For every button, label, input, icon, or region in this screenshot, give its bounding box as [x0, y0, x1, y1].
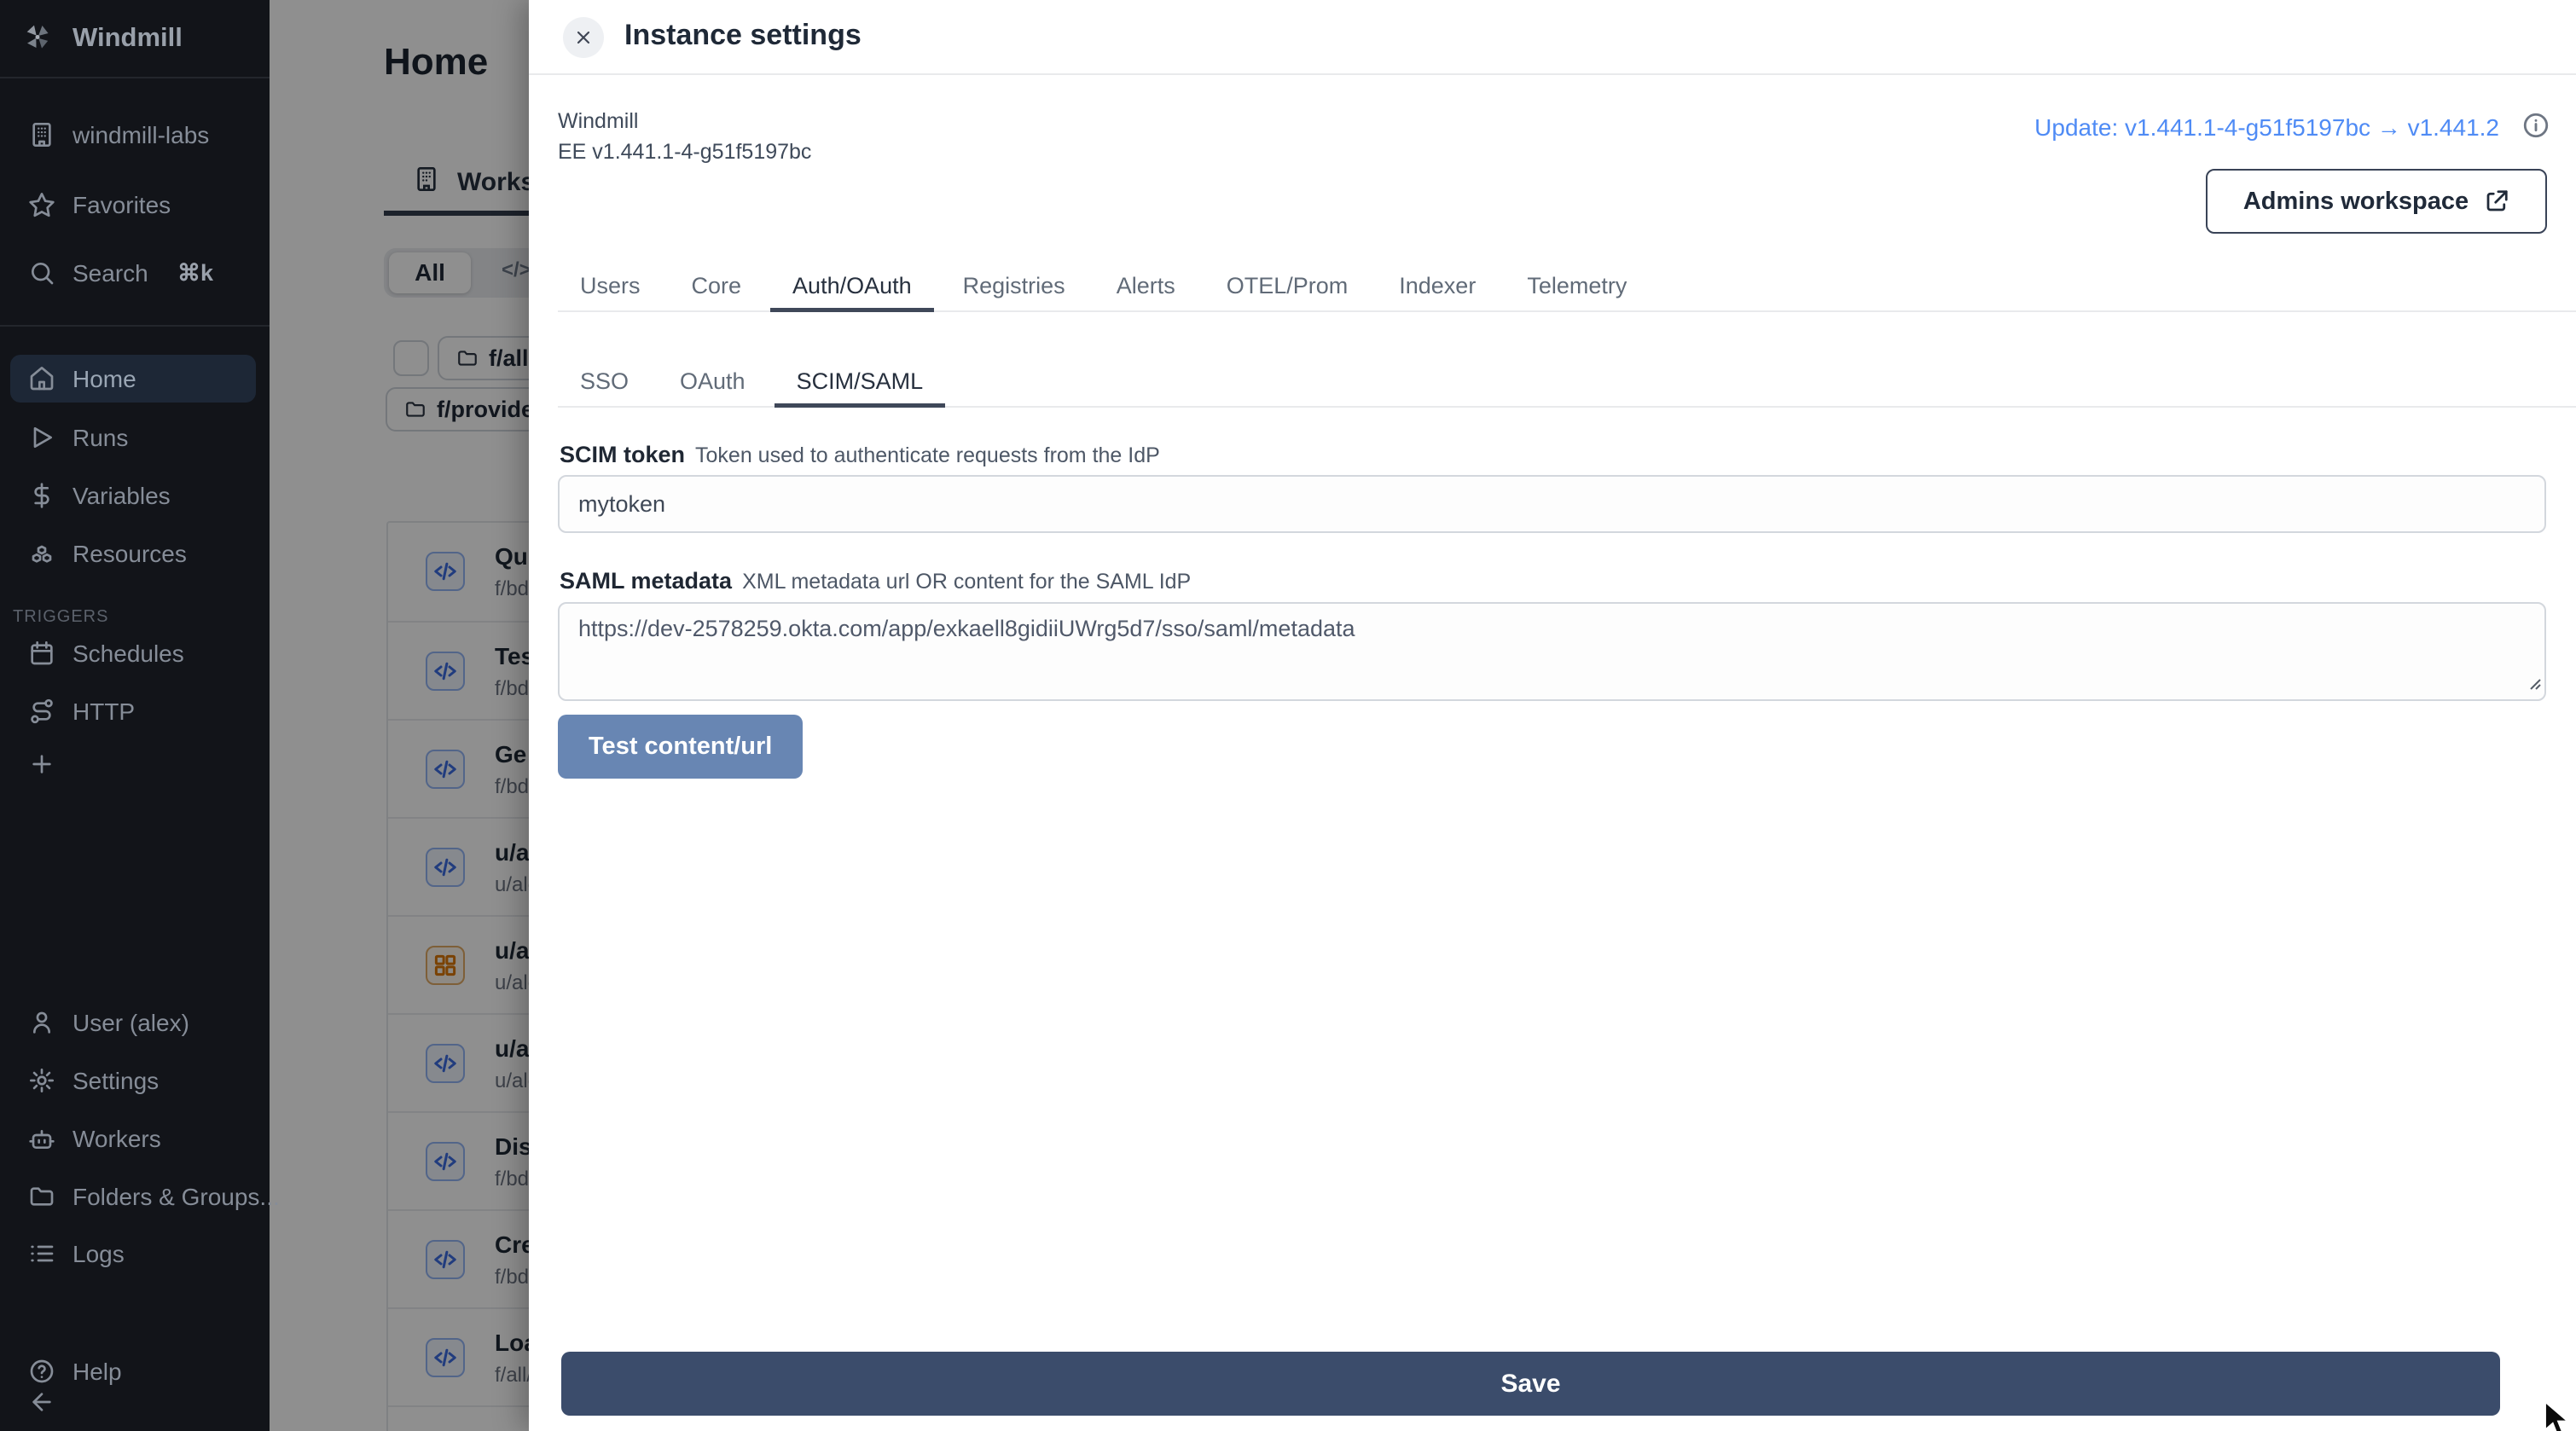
- saml-metadata-hint: XML metadata url OR content for the SAML…: [742, 570, 1191, 594]
- subtab-scim-saml[interactable]: SCIM/SAML: [775, 358, 946, 408]
- sidebar-item-http[interactable]: HTTP: [0, 687, 270, 735]
- user-icon: [27, 1008, 56, 1037]
- instance-settings-drawer: Instance settings Windmill EE v1.441.1-4…: [529, 0, 2576, 1431]
- sidebar-item-workspace[interactable]: windmill-labs: [0, 111, 270, 159]
- tab-users[interactable]: Users: [558, 263, 663, 312]
- sidebar-item-folders-groups[interactable]: Folders & Groups...: [0, 1173, 270, 1220]
- sidebar-item-user[interactable]: User (alex): [0, 999, 270, 1046]
- scim-token-input[interactable]: [558, 475, 2546, 533]
- sidebar-item-add-trigger[interactable]: [0, 740, 270, 788]
- folder-icon: [27, 1182, 56, 1211]
- admins-workspace-button[interactable]: Admins workspace: [2206, 169, 2547, 234]
- triggers-section-label: TRIGGERS: [13, 607, 108, 627]
- tab-registries[interactable]: Registries: [941, 263, 1088, 312]
- sidebar-item-label: HTTP: [73, 698, 135, 726]
- sidebar-item-label: Favorites: [73, 192, 171, 219]
- sidebar-divider: [0, 325, 270, 327]
- saml-metadata-textarea[interactable]: https://dev-2578259.okta.com/app/exkaell…: [558, 602, 2546, 701]
- search-shortcut: ⌘k: [177, 260, 213, 287]
- sidebar-item-label: Home: [73, 366, 136, 393]
- scim-token-hint: Token used to authenticate requests from…: [695, 443, 1160, 468]
- saml-metadata-field: https://dev-2578259.okta.com/app/exkaell…: [558, 602, 2546, 701]
- sidebar-item-label: Logs: [73, 1241, 125, 1268]
- building-icon: [27, 120, 56, 149]
- version-text: EE v1.441.1-4-g51f5197bc: [558, 136, 811, 167]
- sidebar-item-resources[interactable]: Resources: [0, 530, 270, 577]
- external-link-icon: [2484, 188, 2509, 214]
- sidebar-item-label: Workers: [73, 1126, 161, 1153]
- tab-telemetry[interactable]: Telemetry: [1505, 263, 1649, 312]
- version-block: Windmill EE v1.441.1-4-g51f5197bc: [558, 106, 811, 167]
- sidebar-item-label: Resources: [73, 541, 187, 568]
- subtab-sso[interactable]: SSO: [558, 358, 651, 408]
- search-icon: [27, 258, 56, 287]
- list-icon: [27, 1239, 56, 1268]
- drawer-title: Instance settings: [624, 19, 862, 52]
- tab-auth-oauth[interactable]: Auth/OAuth: [770, 263, 934, 312]
- sidebar-item-label: Variables: [73, 483, 171, 510]
- arrow-left-icon: [27, 1388, 56, 1417]
- tab-alerts[interactable]: Alerts: [1094, 263, 1198, 312]
- save-button[interactable]: Save: [561, 1352, 2500, 1416]
- brand: Windmill: [0, 0, 270, 77]
- app-root: Windmill windmill-labs Favorites Search …: [0, 0, 2576, 1431]
- scim-token-label-row: SCIM token Token used to authenticate re…: [560, 442, 1160, 468]
- route-icon: [27, 697, 56, 726]
- sidebar-item-label: Search: [73, 260, 148, 287]
- sidebar-divider: [0, 77, 270, 78]
- sidebar-item-variables[interactable]: Variables: [0, 472, 270, 519]
- update-area: Update: v1.441.1-4-g51f5197bc → v1.441.2: [2034, 111, 2550, 144]
- update-link[interactable]: Update: v1.441.1-4-g51f5197bc → v1.441.2: [2034, 114, 2499, 142]
- boxes-icon: [27, 539, 56, 568]
- sidebar-item-search[interactable]: Search ⌘k: [0, 249, 270, 297]
- auth-subtabs: SSO OAuth SCIM/SAML: [558, 358, 2576, 408]
- sidebar-item-label: Runs: [73, 425, 128, 452]
- star-icon: [27, 190, 56, 219]
- close-button[interactable]: [563, 17, 604, 58]
- calendar-icon: [27, 639, 56, 668]
- sidebar-item-schedules[interactable]: Schedules: [0, 629, 270, 677]
- brand-name: Windmill: [73, 22, 183, 53]
- saml-metadata-label-row: SAML metadata XML metadata url OR conten…: [560, 568, 1191, 594]
- tab-core[interactable]: Core: [670, 263, 764, 312]
- drawer-header: Instance settings: [529, 0, 2576, 75]
- admins-workspace-label: Admins workspace: [2243, 188, 2469, 216]
- saml-metadata-label: SAML metadata: [560, 568, 732, 594]
- dollar-icon: [27, 481, 56, 510]
- subtab-oauth[interactable]: OAuth: [658, 358, 768, 408]
- settings-tabs: Users Core Auth/OAuth Registries Alerts …: [558, 263, 2576, 312]
- sidebar-item-logs[interactable]: Logs: [0, 1230, 270, 1277]
- test-content-url-button[interactable]: Test content/url: [558, 715, 803, 779]
- gear-icon: [27, 1066, 56, 1095]
- sidebar-item-label: Settings: [73, 1068, 159, 1095]
- tab-indexer[interactable]: Indexer: [1377, 263, 1498, 312]
- scim-token-label: SCIM token: [560, 442, 685, 468]
- sidebar-item-label: User (alex): [73, 1010, 189, 1037]
- robot-icon: [27, 1124, 56, 1153]
- sidebar-item-home[interactable]: Home: [10, 355, 256, 403]
- windmill-logo-icon: [20, 20, 55, 59]
- play-icon: [27, 423, 56, 452]
- sidebar-item-runs[interactable]: Runs: [0, 414, 270, 461]
- resize-handle-icon[interactable]: [2528, 677, 2542, 695]
- sidebar: Windmill windmill-labs Favorites Search …: [0, 0, 270, 1431]
- sidebar-collapse-button[interactable]: [0, 1378, 270, 1426]
- close-icon: [573, 27, 594, 48]
- sidebar-item-favorites[interactable]: Favorites: [0, 181, 270, 229]
- sidebar-item-workers[interactable]: Workers: [0, 1115, 270, 1162]
- plus-icon: [27, 750, 56, 779]
- tab-otel-prom[interactable]: OTEL/Prom: [1204, 263, 1371, 312]
- mouse-cursor: [2545, 1402, 2576, 1431]
- info-icon[interactable]: [2521, 111, 2550, 144]
- sidebar-item-settings[interactable]: Settings: [0, 1057, 270, 1104]
- app-name: Windmill: [558, 106, 811, 136]
- sidebar-item-label: windmill-labs: [73, 122, 209, 149]
- sidebar-item-label: Folders & Groups...: [73, 1184, 280, 1211]
- home-icon: [27, 364, 56, 393]
- sidebar-item-label: Schedules: [73, 640, 184, 668]
